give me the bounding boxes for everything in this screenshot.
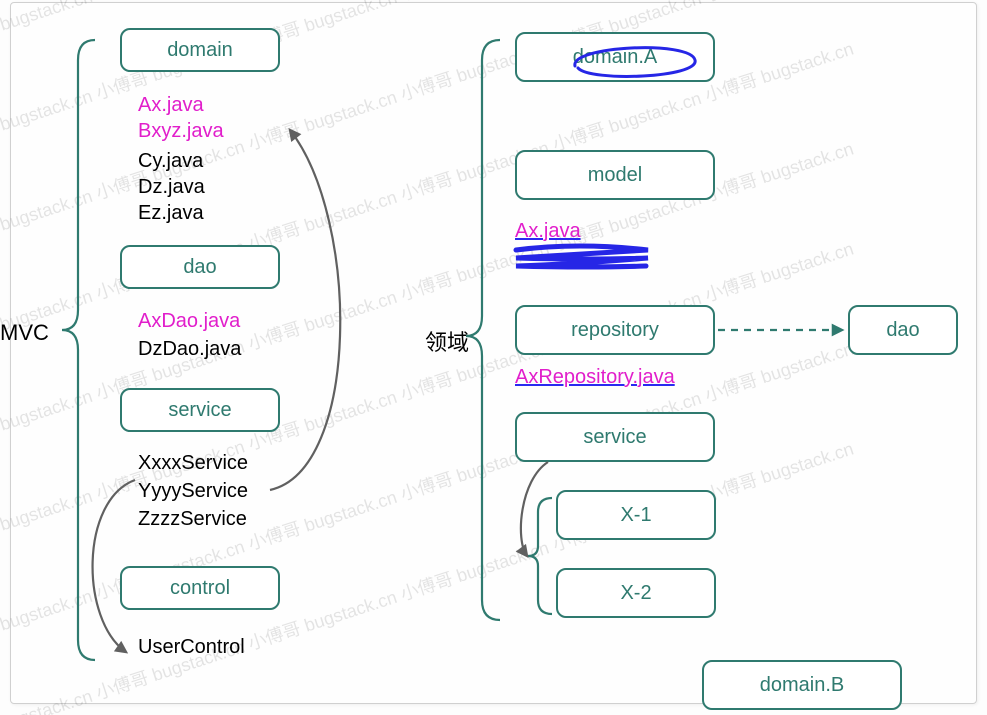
file-dz-java: Dz.java: [138, 176, 205, 199]
file-ax-java: Ax.java: [138, 94, 204, 117]
file-bxyz-java: Bxyz.java: [138, 120, 224, 143]
box-x2: X-2: [556, 568, 716, 618]
file-dzdao-java: DzDao.java: [138, 338, 241, 361]
box-model: model: [515, 150, 715, 200]
domain-driven-label: 领域: [425, 325, 469, 357]
box-dao: dao: [120, 245, 280, 289]
file-xxxx-service: XxxxService: [138, 452, 248, 475]
mvc-label: MVC: [0, 320, 49, 346]
box-domain-b: domain.B: [702, 660, 902, 710]
box-control: control: [120, 566, 280, 610]
file-yyyy-service: YyyyService: [138, 480, 248, 503]
file-ez-java: Ez.java: [138, 202, 204, 225]
box-service-r: service: [515, 412, 715, 462]
box-domain-a: domain.A: [515, 32, 715, 82]
file-axdao-java: AxDao.java: [138, 310, 240, 333]
box-domain: domain: [120, 28, 280, 72]
text-domain-a: domain.A: [573, 46, 658, 69]
box-service: service: [120, 388, 280, 432]
box-x1: X-1: [556, 490, 716, 540]
file-ax-repository-java: AxRepository.java: [515, 366, 675, 389]
file-cy-java: Cy.java: [138, 150, 203, 173]
file-user-control: UserControl: [138, 636, 245, 659]
box-repository: repository: [515, 305, 715, 355]
diagram-canvas: 小傅哥 bugstack.cn 小傅哥 bugstack.cn 小傅哥 bugs…: [0, 0, 987, 715]
file-zzzz-service: ZzzzService: [138, 508, 247, 531]
box-dao-right: dao: [848, 305, 958, 355]
file-ax-java-right: Ax.java: [515, 220, 581, 243]
